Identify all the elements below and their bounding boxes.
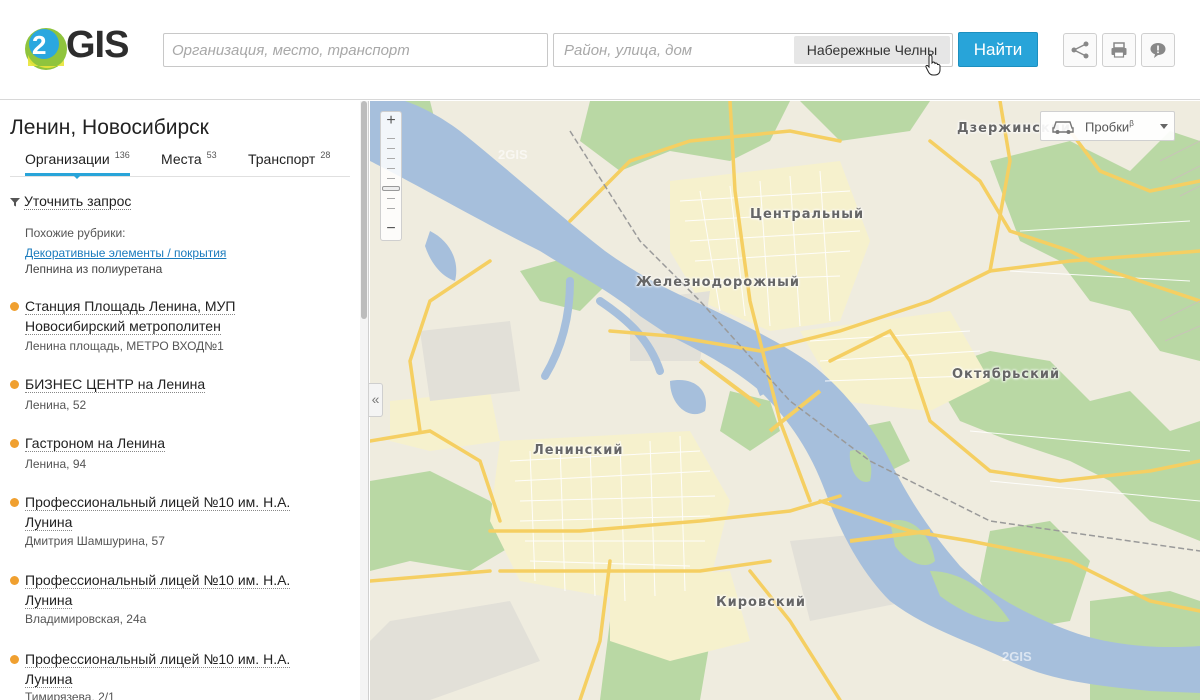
result-name[interactable]: БИЗНЕС ЦЕНТР на Ленина — [25, 374, 315, 394]
results-sidebar: Ленин, Новосибирск Организации 136 Места 5… — [0, 101, 369, 700]
beta-badge: β — [1129, 119, 1134, 128]
zoom-in-button[interactable]: + — [381, 112, 401, 130]
city-map[interactable]: Центральный Железнодорожный Октябрьский … — [370, 101, 1200, 700]
sidebar-scrollbar[interactable] — [360, 101, 368, 700]
find-button[interactable]: Найти — [958, 32, 1038, 67]
zoom-slider-handle[interactable] — [382, 186, 400, 191]
logo-wordmark: GIS — [66, 24, 129, 66]
tab-label: Места — [161, 151, 202, 167]
print-button[interactable] — [1102, 33, 1136, 67]
map-watermark: 2GIS — [498, 147, 528, 162]
tab-count: 53 — [206, 150, 217, 160]
result-address: Дмитрия Шамшурина, 57 — [25, 534, 165, 548]
result-name-text: Станция Площадь Ленина, МУП Новосибирски… — [25, 298, 236, 335]
traffic-toggle[interactable]: Пробкиβ — [1040, 111, 1175, 141]
traffic-label-text: Пробки — [1085, 119, 1130, 135]
district-label: Октябрьский — [952, 367, 1061, 382]
result-tabs: Организации 136 Места 53 Транспорт 28 — [10, 149, 350, 177]
traffic-label: Пробкиβ — [1085, 119, 1134, 134]
result-marker-icon — [10, 439, 19, 448]
filter-icon — [10, 197, 20, 206]
hand-cursor-icon — [925, 54, 941, 76]
search-where-input[interactable] — [554, 34, 792, 66]
district-label: Кировский — [716, 595, 806, 610]
active-tab-pointer — [72, 174, 82, 179]
result-marker-icon — [10, 655, 19, 664]
result-marker-icon — [10, 380, 19, 389]
district-label: Железнодорожный — [636, 275, 800, 290]
zoom-out-button[interactable]: − — [381, 220, 401, 238]
similar-rubric-sub: Лепнина из полиуретана — [25, 262, 163, 276]
tab-count: 28 — [320, 150, 331, 160]
tab-transport[interactable]: Транспорт 28 — [248, 149, 330, 176]
result-name-text: Профессиональный лицей №10 им. Н.А. Луни… — [25, 494, 291, 531]
result-address: Тимирязева, 2/1 — [25, 690, 115, 700]
tab-label: Организации — [25, 151, 110, 167]
map-canvas[interactable] — [370, 101, 1200, 700]
refine-query-label: Уточнить запрос — [24, 193, 132, 210]
result-name[interactable]: Профессиональный лицей №10 им. Н.А. Луни… — [25, 492, 315, 532]
result-marker-icon — [10, 576, 19, 585]
result-name[interactable]: Станция Площадь Ленина, МУП Новосибирски… — [25, 296, 315, 336]
result-marker-icon — [10, 498, 19, 507]
result-name[interactable]: Профессиональный лицей №10 им. Н.А. Луни… — [25, 649, 315, 689]
top-header: 2 GIS Набережные Челны Найти — [0, 0, 1200, 100]
query-title: Ленин, Новосибирск — [10, 116, 209, 139]
print-icon — [1111, 42, 1127, 58]
scrollbar-thumb[interactable] — [361, 101, 367, 319]
feedback-icon — [1150, 43, 1166, 58]
result-name-text: Гастроном на Ленина — [25, 435, 166, 452]
route-button[interactable] — [1063, 33, 1097, 67]
district-label: Ленинский — [533, 443, 624, 458]
logo[interactable]: 2 GIS — [24, 22, 142, 74]
result-name-text: Профессиональный лицей №10 им. Н.А. Луни… — [25, 651, 291, 688]
district-label: Центральный — [750, 207, 865, 222]
result-marker-icon — [10, 302, 19, 311]
similar-rubrics-label: Похожие рубрики: — [25, 226, 126, 240]
car-icon — [1052, 121, 1074, 134]
result-address: Ленина, 52 — [25, 398, 87, 412]
logo-digit: 2 — [32, 30, 47, 60]
result-address: Ленина, 94 — [25, 457, 87, 471]
tab-organizations[interactable]: Организации 136 — [25, 149, 130, 176]
result-name[interactable]: Гастроном на Ленина — [25, 433, 315, 453]
collapse-sidebar-button[interactable]: « — [369, 383, 383, 417]
route-icon — [1071, 41, 1089, 59]
tab-count: 136 — [114, 150, 130, 160]
result-address: Ленина площадь, МЕТРО ВХОД№1 — [25, 339, 224, 353]
similar-rubric-link[interactable]: Декоративные элементы / покрытия — [25, 246, 226, 260]
chevron-down-icon — [1160, 124, 1168, 129]
search-what-input[interactable] — [163, 33, 548, 67]
map-watermark: 2GIS — [1002, 649, 1032, 664]
result-name-text: Профессиональный лицей №10 им. Н.А. Луни… — [25, 572, 291, 609]
zoom-control: + − — [380, 111, 402, 241]
result-name[interactable]: Профессиональный лицей №10 им. Н.А. Луни… — [25, 570, 315, 610]
tab-label: Транспорт — [248, 151, 316, 167]
result-name-text: БИЗНЕС ЦЕНТР на Ленина — [25, 376, 206, 393]
refine-query-link[interactable]: Уточнить запрос — [10, 193, 132, 210]
tab-places[interactable]: Места 53 — [161, 149, 217, 176]
result-address: Владимировская, 24а — [25, 612, 147, 626]
feedback-button[interactable] — [1141, 33, 1175, 67]
search-where-field: Набережные Челны — [553, 33, 953, 67]
